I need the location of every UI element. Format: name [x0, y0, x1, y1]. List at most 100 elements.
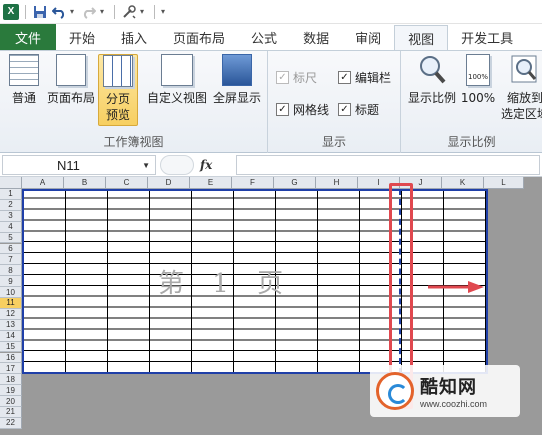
tab-view[interactable]: 视图 — [394, 25, 449, 51]
ruler-label: 标尺 — [293, 71, 318, 85]
group-label-zoom: 显示比例 — [447, 135, 496, 149]
row-header-14[interactable]: 14 — [0, 330, 22, 342]
insert-function-icon[interactable]: fx — [200, 158, 212, 172]
tab-review[interactable]: 审阅 — [342, 24, 394, 50]
custom-views-button[interactable]: 自定义视图 — [146, 54, 208, 106]
custom-views-icon — [161, 54, 193, 86]
column-header-k[interactable]: K — [442, 177, 484, 189]
formula-input[interactable] — [236, 155, 540, 175]
row-header-17[interactable]: 17 — [0, 363, 22, 375]
tab-page-layout[interactable]: 页面布局 — [160, 24, 238, 50]
group-zoom: 显示比例 100% 100% 缩放到 选定区域 显示比例 — [401, 51, 542, 153]
row-header-15[interactable]: 15 — [0, 341, 22, 353]
headings-checkbox[interactable]: ✓ 标题 — [338, 101, 379, 118]
page-break-label-2: 预览 — [105, 108, 130, 122]
zoom-to-selection-button[interactable]: 缩放到 选定区域 — [499, 54, 542, 122]
select-all-corner[interactable] — [0, 177, 22, 189]
zoom-selection-label-2: 选定区域 — [500, 107, 542, 121]
row-header-21[interactable]: 21 — [0, 407, 22, 418]
zoom-label: 显示比例 — [407, 91, 456, 105]
row-header-6[interactable]: 6 — [0, 243, 22, 255]
zoom-selection-label-1: 缩放到 — [506, 91, 542, 105]
group-show: ✓ 标尺 ✓ 编辑栏 ✓ 网格线 ✓ 标题 显示 — [268, 51, 401, 153]
zoom-100-icon: 100% — [466, 54, 490, 86]
column-header-g[interactable]: G — [274, 177, 316, 189]
name-box[interactable]: N11 ▼ — [2, 155, 156, 175]
gridlines-label: 网格线 — [293, 103, 330, 117]
row-header-4[interactable]: 4 — [0, 221, 22, 233]
row-header-11[interactable]: 11 — [0, 298, 22, 309]
group-label-workbook-views: 工作簿视图 — [103, 135, 164, 149]
row-header-9[interactable]: 9 — [0, 276, 22, 288]
chevron-down-icon[interactable]: ▼ — [142, 161, 150, 170]
row-header-19[interactable]: 19 — [0, 385, 22, 397]
excel-icon[interactable]: X — [3, 3, 19, 20]
column-header-h[interactable]: H — [316, 177, 358, 189]
undo-dropdown-icon[interactable]: ▾ — [70, 7, 78, 16]
normal-view-button[interactable]: 普通 — [6, 54, 42, 106]
undo-icon[interactable] — [51, 4, 67, 20]
row-header-22[interactable]: 22 — [0, 417, 22, 429]
column-header-d[interactable]: D — [148, 177, 190, 189]
column-header-f[interactable]: F — [232, 177, 274, 189]
row-header-1[interactable]: 1 — [0, 189, 22, 200]
row-header-13[interactable]: 13 — [0, 319, 22, 331]
logo-title: 酷知网 — [420, 377, 477, 398]
worksheet: ABCDEFGHIJKL 1 2 3 4 5 6 7 8 9 10 11 12 13 14 15 16 17 18… — [0, 177, 542, 435]
row-header-5[interactable]: 5 — [0, 232, 22, 244]
magnifier-icon — [417, 54, 447, 86]
logo-mark-icon — [376, 372, 414, 410]
column-header-e[interactable]: E — [190, 177, 232, 189]
zoom-100-button[interactable]: 100% 100% — [461, 54, 495, 106]
tab-data[interactable]: 数据 — [290, 24, 342, 50]
row-header-2[interactable]: 2 — [0, 199, 22, 211]
redo-icon[interactable] — [81, 4, 97, 20]
separator — [114, 4, 115, 19]
full-screen-button[interactable]: 全屏显示 — [210, 54, 264, 106]
zoom-button[interactable]: 显示比例 — [407, 54, 457, 106]
page-layout-label: 页面布局 — [46, 91, 95, 105]
customize-icon[interactable] — [121, 4, 137, 20]
tab-home[interactable]: 开始 — [56, 24, 108, 50]
row-header-10[interactable]: 10 — [0, 287, 22, 298]
formula-bar-checkbox[interactable]: ✓ 编辑栏 — [338, 69, 391, 86]
tab-formulas[interactable]: 公式 — [238, 24, 290, 50]
normal-view-icon — [9, 54, 39, 86]
gridlines-checkbox[interactable]: ✓ 网格线 — [276, 101, 329, 118]
customize-dropdown-icon[interactable]: ▾ — [140, 7, 148, 16]
headings-label: 标题 — [355, 103, 380, 117]
ribbon-tabs: 文件 开始 插入 页面布局 公式 数据 审阅 视图 开发工具 — [0, 24, 542, 51]
column-header-b[interactable]: B — [64, 177, 106, 189]
row-header-8[interactable]: 8 — [0, 265, 22, 277]
save-icon[interactable] — [32, 4, 48, 20]
normal-view-label: 普通 — [11, 91, 36, 105]
row-header-7[interactable]: 7 — [0, 254, 22, 266]
ribbon: 普通 页面布局 分页 预览 自定义视图 全屏显示 工作簿视图 ✓ 标尺 ✓ 编辑… — [0, 50, 542, 153]
qat-more-icon[interactable]: ▾ — [161, 7, 169, 16]
row-header-12[interactable]: 12 — [0, 308, 22, 320]
page-layout-icon — [56, 54, 86, 86]
row-header-16[interactable]: 16 — [0, 352, 22, 364]
column-header-l[interactable]: L — [484, 177, 524, 189]
formula-bar-label: 编辑栏 — [355, 71, 392, 85]
zoom-100-label: 100% — [460, 91, 496, 105]
tab-developer[interactable]: 开发工具 — [448, 24, 526, 50]
group-label-show: 显示 — [321, 135, 346, 149]
row-header-20[interactable]: 20 — [0, 396, 22, 407]
redo-dropdown-icon[interactable]: ▾ — [100, 7, 108, 16]
page-break-preview-button[interactable]: 分页 预览 — [98, 54, 138, 126]
separator — [25, 4, 26, 19]
tab-insert[interactable]: 插入 — [108, 24, 160, 50]
formula-bar-splitter[interactable] — [160, 155, 194, 175]
tab-file[interactable]: 文件 — [0, 24, 56, 50]
full-screen-label: 全屏显示 — [212, 91, 261, 105]
page-layout-view-button[interactable]: 页面布局 — [44, 54, 98, 106]
headings-check-icon: ✓ — [338, 103, 351, 116]
column-header-c[interactable]: C — [106, 177, 148, 189]
logo-url: www.coozhi.com — [420, 399, 488, 409]
row-header-18[interactable]: 18 — [0, 374, 22, 386]
row-header-3[interactable]: 3 — [0, 210, 22, 222]
page-watermark: 第 1 页 — [158, 269, 294, 299]
column-header-a[interactable]: A — [22, 177, 64, 189]
ruler-checkbox[interactable]: ✓ 标尺 — [276, 69, 317, 86]
